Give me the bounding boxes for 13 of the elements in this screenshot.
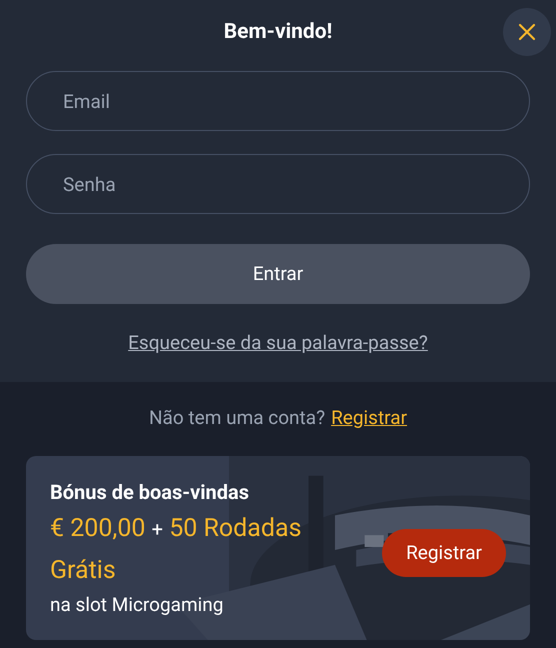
register-link[interactable]: Registrar <box>331 404 408 432</box>
login-button[interactable]: Entrar <box>26 244 530 304</box>
bonus-title: Bónus de boas-vindas <box>50 479 250 506</box>
signup-prompt: Não tem uma conta? <box>148 404 326 430</box>
bonus-offer: € 200,00 + 50 Rodadas Grátis <box>50 513 302 587</box>
input-field[interactable]: Email <box>26 71 530 131</box>
bonus-subtitle: na slot Microgaming <box>50 592 224 618</box>
close-icon <box>518 23 536 41</box>
register-button[interactable]: Registrar <box>382 529 506 577</box>
dialog-title: Bem-vindo! <box>224 19 332 46</box>
forgot-password-link[interactable]: Esqueceu-se da sua palavra-passe? <box>128 329 428 358</box>
close-button[interactable] <box>503 8 551 56</box>
input-field[interactable]: Senha <box>26 154 530 214</box>
